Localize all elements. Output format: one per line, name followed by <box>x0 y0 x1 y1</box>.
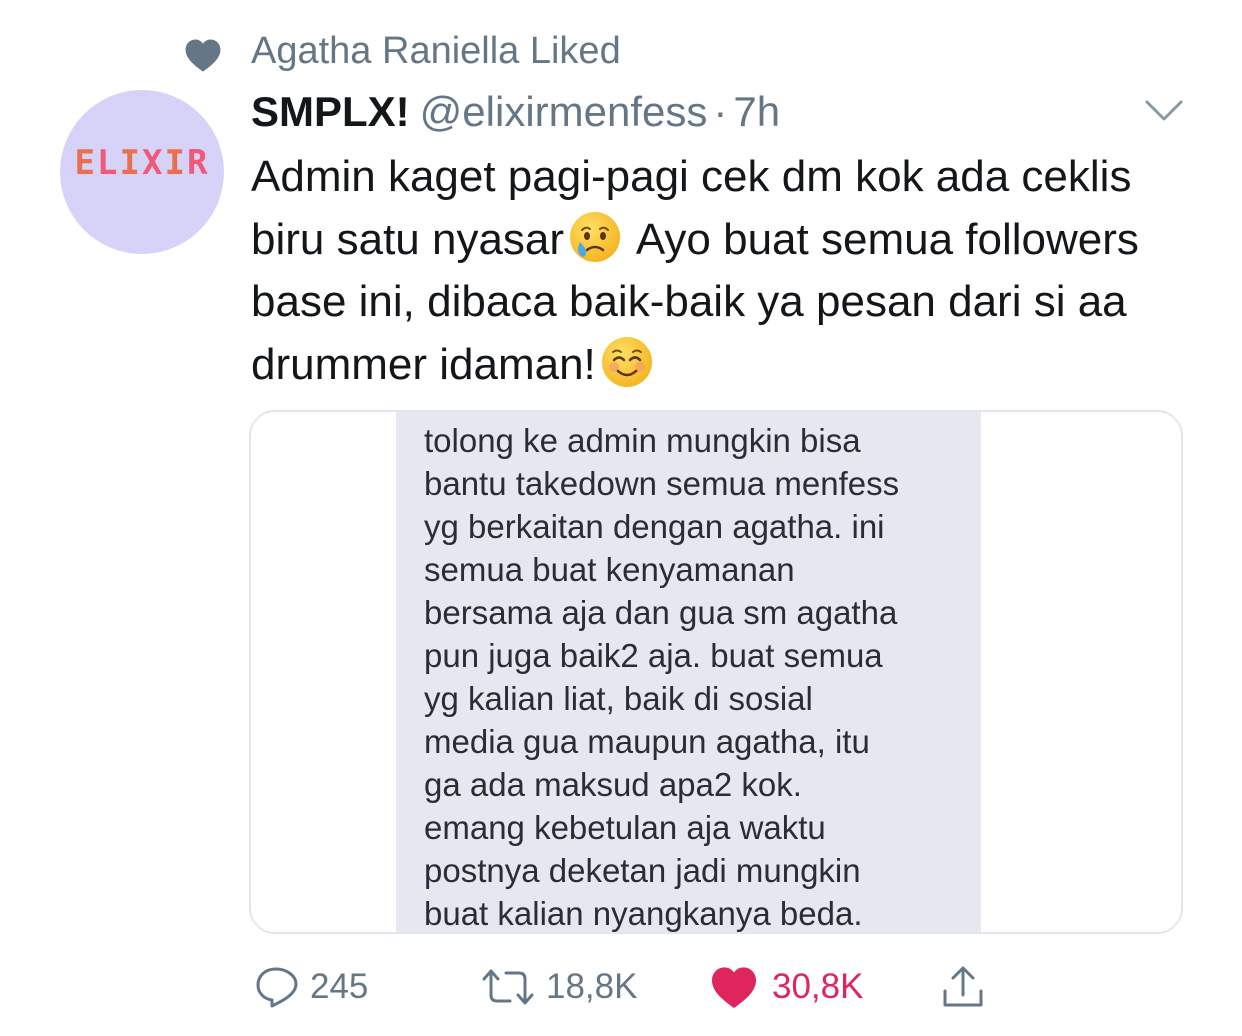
retweet-button[interactable]: 18,8K <box>480 962 637 1012</box>
social-context-text: Agatha Raniella Liked <box>251 30 621 72</box>
dm-message-text: tolong ke admin mungkin bisa bantu taked… <box>424 422 900 932</box>
avatar-logo: ELIXIR <box>74 143 210 183</box>
like-button[interactable]: 30,8K <box>710 962 863 1012</box>
heart-filled-icon <box>712 967 756 1008</box>
smiling-face-emoji <box>600 335 654 389</box>
display-name[interactable]: SMPLX! <box>251 88 410 135</box>
share-button[interactable] <box>940 962 986 1012</box>
separator-dot: · <box>713 88 728 135</box>
reply-button[interactable]: 245 <box>254 962 368 1012</box>
avatar[interactable]: ELIXIR <box>60 90 224 254</box>
reply-count: 245 <box>310 967 369 1006</box>
user-handle[interactable]: @elixirmenfess <box>420 88 708 135</box>
retweet-count: 18,8K <box>546 967 638 1006</box>
share-icon <box>943 966 983 1007</box>
tweet-time[interactable]: 7h <box>733 88 780 135</box>
dm-screenshot: tolong ke admin mungkin bisa bantu taked… <box>396 412 981 932</box>
like-count: 30,8K <box>772 967 864 1006</box>
crying-face-emoji <box>568 210 622 264</box>
heart-icon <box>184 37 222 73</box>
chevron-down-icon[interactable] <box>1144 98 1184 124</box>
tweet-text: Admin kaget pagi-pagi cek dm kok ada cek… <box>251 146 1211 396</box>
media-card[interactable]: tolong ke admin mungkin bisa bantu taked… <box>249 410 1183 934</box>
retweet-icon <box>482 969 534 1005</box>
tweet-header: SMPLX! @elixirmenfess · 7h <box>251 84 780 140</box>
reply-icon <box>256 967 298 1008</box>
